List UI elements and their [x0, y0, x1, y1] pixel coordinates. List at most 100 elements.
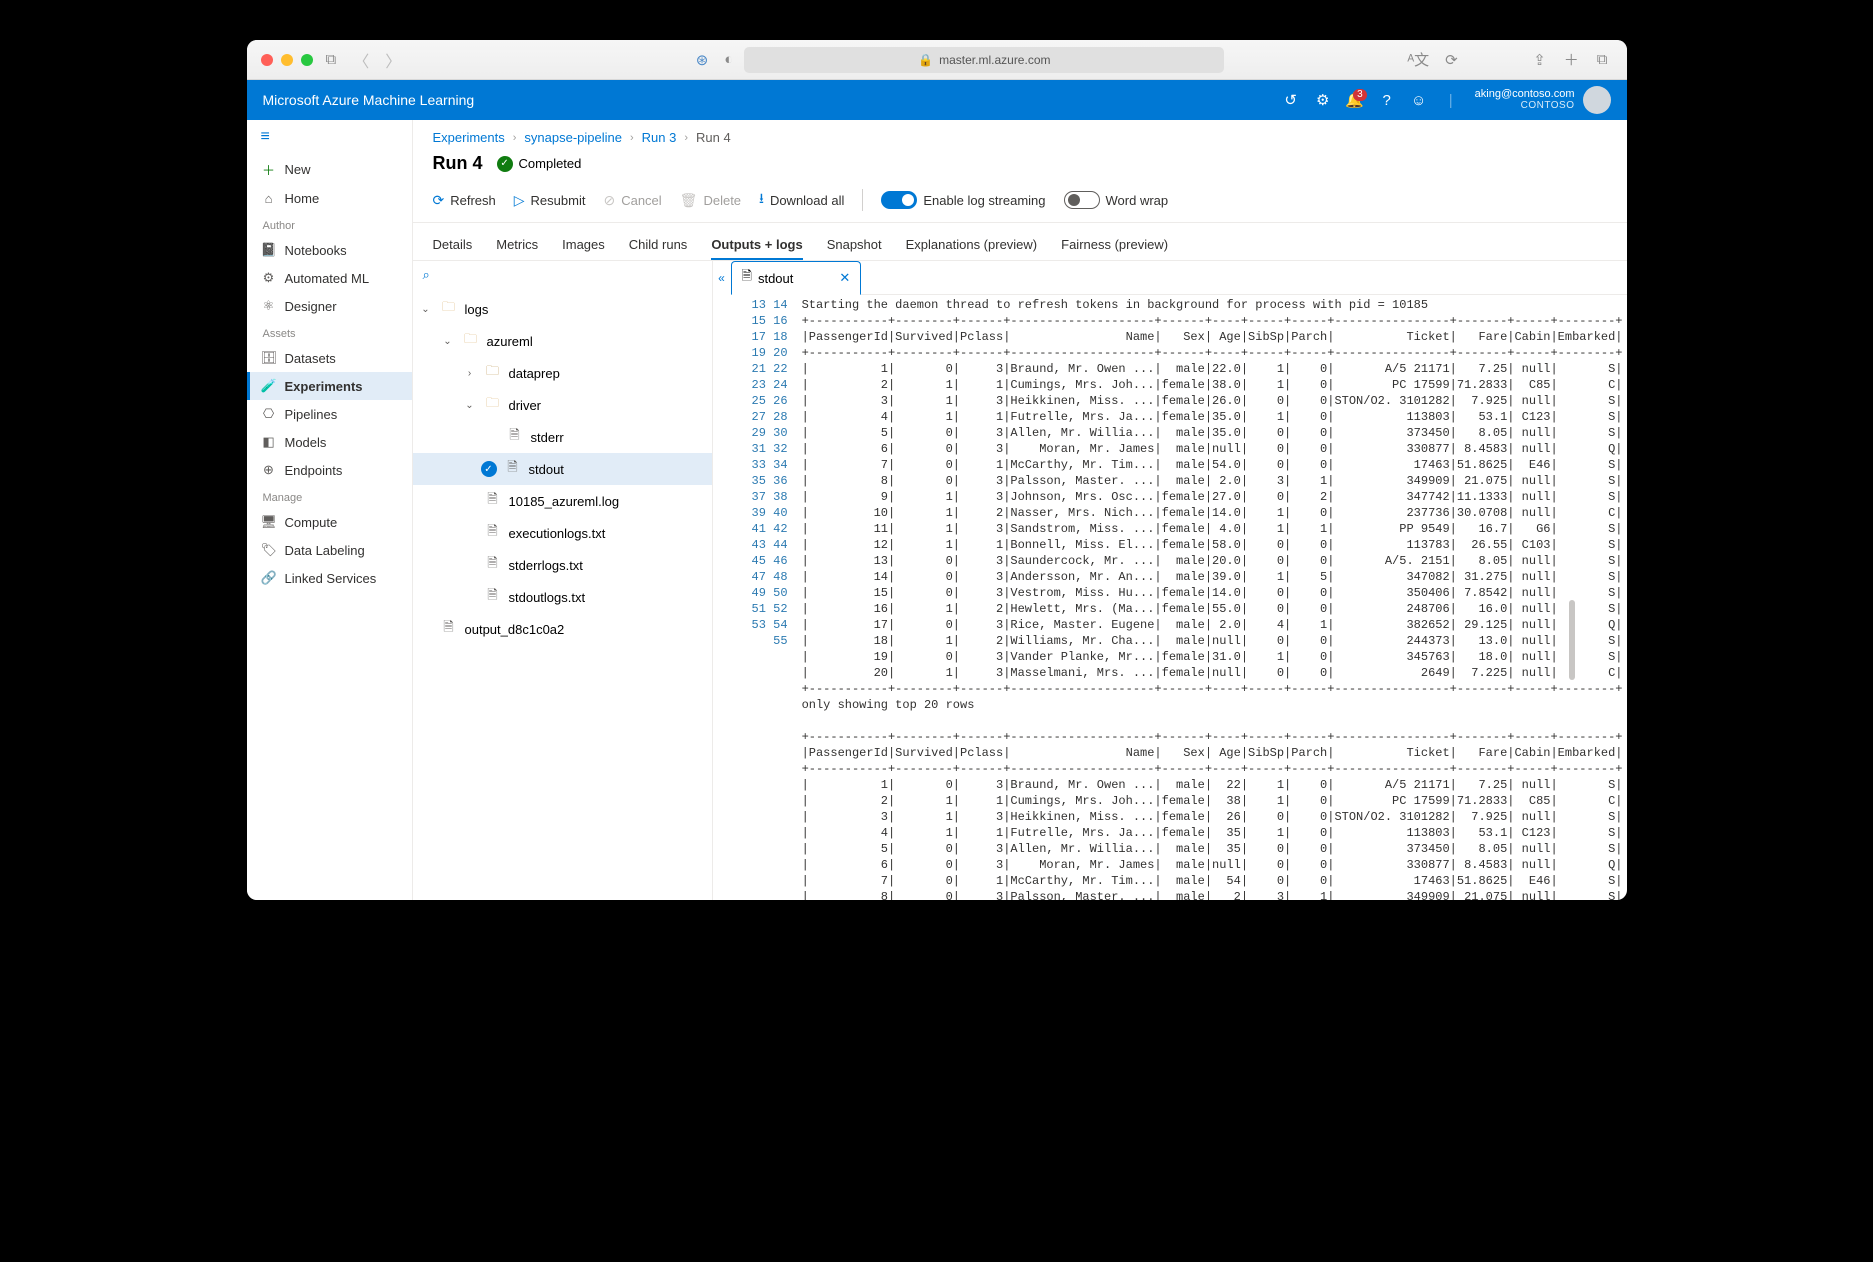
tree-search-icon[interactable]: ⌕ — [413, 261, 712, 289]
delete-button: 🗑Delete — [680, 192, 741, 209]
tree-node-output-d8c1c0a2[interactable]: 🗎output_d8c1c0a2 — [413, 613, 712, 645]
nav-item-notebooks[interactable]: 📓Notebooks — [247, 236, 412, 264]
notification-badge: 3 — [1353, 89, 1367, 101]
close-tab-icon[interactable]: ✕ — [839, 270, 850, 286]
automated-ml-icon: ⚙ — [261, 270, 277, 286]
linked-services-icon: 🔗 — [261, 570, 277, 586]
nav-back-icon[interactable]: 〈 — [349, 48, 373, 72]
tab-explanations-preview-[interactable]: Explanations (preview) — [906, 231, 1038, 260]
nav-item-models[interactable]: ◧Models — [247, 428, 412, 456]
resubmit-button[interactable]: ▷Resubmit — [514, 192, 586, 209]
chevron-down-icon[interactable]: ⌄ — [463, 400, 477, 411]
nav-item-compute[interactable]: 🖥Compute — [247, 508, 412, 536]
history-icon[interactable]: ↺ — [1275, 91, 1307, 109]
tree-node-azureml[interactable]: ⌄🗀azureml — [413, 325, 712, 357]
tree-node-stdout[interactable]: ✓🗎stdout — [413, 453, 712, 485]
chevron-right-icon: › — [513, 132, 517, 144]
refresh-button[interactable]: ⟳Refresh — [433, 192, 496, 209]
breadcrumb-run-3[interactable]: Run 3 — [642, 130, 677, 145]
tab-snapshot[interactable]: Snapshot — [827, 231, 882, 260]
tree-node-stderrlogs-txt[interactable]: 🗎stderrlogs.txt — [413, 549, 712, 581]
breadcrumb-experiments[interactable]: Experiments — [433, 130, 505, 145]
tab-details[interactable]: Details — [433, 231, 473, 260]
url-text: master.ml.azure.com — [939, 53, 1050, 67]
chevron-right-icon: › — [684, 132, 688, 144]
shield-icon[interactable]: ◐ — [719, 51, 738, 68]
folder-icon: 🗀 — [441, 298, 457, 320]
folder-icon: 🗀 — [463, 330, 479, 352]
reload-icon[interactable]: ⟳ — [1440, 51, 1463, 69]
share-icon[interactable]: ⇪ — [1528, 51, 1551, 69]
tree-node-dataprep[interactable]: ›🗀dataprep — [413, 357, 712, 389]
nav-section-manage: Manage — [247, 484, 412, 508]
brand-label: Microsoft Azure Machine Learning — [263, 92, 475, 108]
endpoints-icon: ⊕ — [261, 462, 277, 478]
cancel-icon: ⊘ — [603, 192, 615, 209]
url-bar[interactable]: 🔒 master.ml.azure.com — [744, 47, 1224, 73]
avatar[interactable] — [1583, 86, 1611, 114]
nav-forward-icon[interactable]: 〉 — [381, 48, 405, 72]
download-icon: ⭳ — [759, 188, 764, 212]
tree-node-stdoutlogs-txt[interactable]: 🗎stdoutlogs.txt — [413, 581, 712, 613]
nav-item-endpoints[interactable]: ⊕Endpoints — [247, 456, 412, 484]
nav-section-author: Author — [247, 212, 412, 236]
log-streaming-toggle[interactable]: Enable log streaming — [881, 191, 1045, 209]
chevron-right-icon[interactable]: › — [463, 368, 477, 379]
log-tab-stdout[interactable]: 🗎 stdout ✕ — [731, 261, 862, 295]
nav-item-automated-ml[interactable]: ⚙Automated ML — [247, 264, 412, 292]
nav-item-pipelines[interactable]: ⎔Pipelines — [247, 400, 412, 428]
tab-outputs-logs[interactable]: Outputs + logs — [711, 231, 802, 260]
settings-icon[interactable]: ⚙ — [1307, 91, 1339, 109]
hamburger-icon[interactable]: ≡ — [247, 120, 412, 154]
sidebar-toggle-icon[interactable]: ⧉ — [321, 51, 342, 68]
divider: | — [1435, 92, 1467, 109]
feedback-icon[interactable]: ☺ — [1403, 92, 1435, 109]
experiments-icon: 🧪 — [261, 378, 277, 394]
download-all-button[interactable]: ⭳Download all — [759, 188, 844, 212]
tree-node-stderr[interactable]: 🗎stderr — [413, 421, 712, 453]
page-title: Run 4 — [433, 153, 483, 174]
minimize-window-icon[interactable] — [281, 54, 293, 66]
tree-node-driver[interactable]: ⌄🗀driver — [413, 389, 712, 421]
nav-item-experiments[interactable]: 🧪Experiments — [247, 372, 412, 400]
nav-item-new[interactable]: ＋New — [247, 154, 412, 185]
notifications-icon[interactable]: 🔔3 — [1339, 91, 1371, 109]
tab-metrics[interactable]: Metrics — [496, 231, 538, 260]
separator — [862, 189, 863, 211]
check-icon: ✓ — [497, 156, 513, 172]
tree-node-10185-azureml-log[interactable]: 🗎10185_azureml.log — [413, 485, 712, 517]
chevron-down-icon[interactable]: ⌄ — [419, 304, 433, 315]
user-account[interactable]: aking@contoso.com CONTOSO — [1475, 88, 1575, 112]
translate-icon[interactable]: ᴬ文 — [1402, 49, 1434, 70]
tab-images[interactable]: Images — [562, 231, 605, 260]
nav-item-data-labeling[interactable]: 🏷Data Labeling — [247, 536, 412, 564]
maximize-window-icon[interactable] — [301, 54, 313, 66]
help-icon[interactable]: ? — [1371, 92, 1403, 109]
compute-icon: 🖥 — [261, 514, 277, 530]
left-nav: ≡ ＋New⌂Home Author📓Notebooks⚙Automated M… — [247, 120, 413, 900]
datasets-icon: 🗄 — [261, 350, 277, 366]
chevron-down-icon[interactable]: ⌄ — [441, 336, 455, 347]
file-icon: 🗎 — [507, 426, 523, 448]
new-tab-icon[interactable]: ＋ — [1559, 49, 1584, 70]
lock-icon: 🔒 — [918, 53, 933, 67]
file-icon: 🗎 — [485, 522, 501, 544]
tabs-overview-icon[interactable]: ⧉ — [1592, 51, 1613, 68]
nav-item-home[interactable]: ⌂Home — [247, 185, 412, 212]
command-bar: ⟳Refresh ▷Resubmit ⊘Cancel 🗑Delete ⭳Down… — [413, 184, 1627, 223]
scrollbar-thumb[interactable] — [1569, 600, 1575, 680]
nav-item-datasets[interactable]: 🗄Datasets — [247, 344, 412, 372]
collapse-tree-icon[interactable]: « — [713, 261, 731, 900]
close-window-icon[interactable] — [261, 54, 273, 66]
tree-node-logs[interactable]: ⌄🗀logs — [413, 293, 712, 325]
tree-node-executionlogs-txt[interactable]: 🗎executionlogs.txt — [413, 517, 712, 549]
tab-fairness-preview-[interactable]: Fairness (preview) — [1061, 231, 1168, 260]
breadcrumb-synapse-pipeline[interactable]: synapse-pipeline — [524, 130, 622, 145]
nav-item-designer[interactable]: ⚛Designer — [247, 292, 412, 320]
nav-item-linked-services[interactable]: 🔗Linked Services — [247, 564, 412, 592]
word-wrap-toggle[interactable]: Word wrap — [1064, 191, 1169, 209]
privacy-icon[interactable]: ⊛ — [691, 51, 714, 69]
log-body[interactable]: 13 14 15 16 17 18 19 20 21 22 23 24 25 2… — [731, 295, 1627, 900]
folder-icon: 🗀 — [485, 394, 501, 416]
tab-child-runs[interactable]: Child runs — [629, 231, 688, 260]
